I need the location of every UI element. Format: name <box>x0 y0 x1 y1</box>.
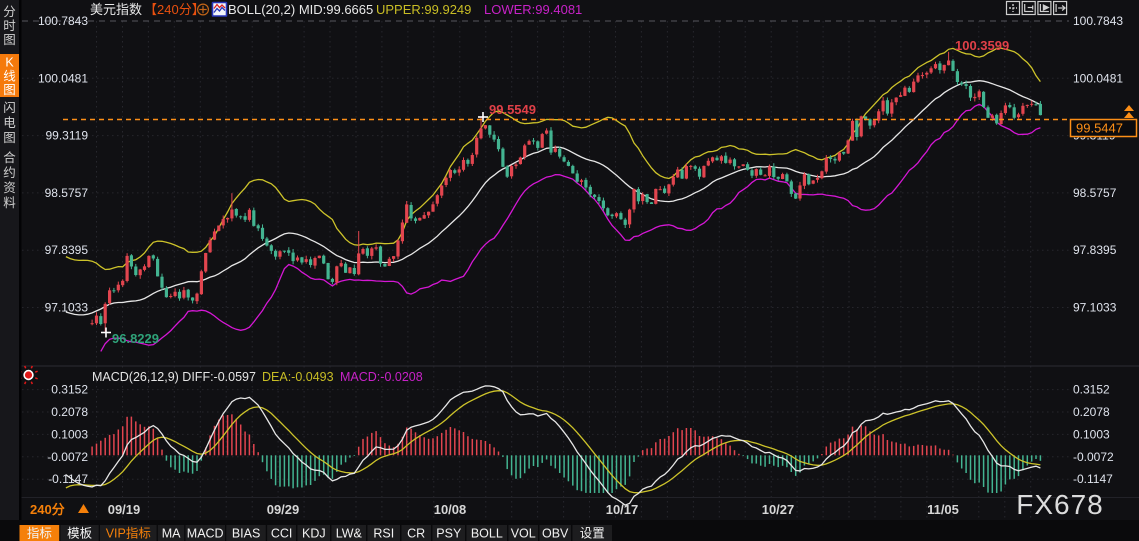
svg-text:09/19: 09/19 <box>108 502 141 517</box>
svg-text:图: 图 <box>3 33 16 47</box>
svg-text:240分: 240分 <box>30 502 65 517</box>
svg-text:10/17: 10/17 <box>606 502 639 517</box>
svg-text:闪: 闪 <box>3 101 16 115</box>
svg-text:KDJ: KDJ <box>302 527 326 541</box>
svg-text:PSY: PSY <box>436 527 462 541</box>
svg-text:-0.0072: -0.0072 <box>47 450 88 464</box>
svg-text:100.3599: 100.3599 <box>955 38 1009 53</box>
svg-text:11/05: 11/05 <box>927 502 959 517</box>
svg-text:-0.1147: -0.1147 <box>48 472 88 486</box>
svg-text:模板: 模板 <box>67 527 93 541</box>
svg-text:合: 合 <box>3 150 16 165</box>
svg-text:图: 图 <box>3 83 16 97</box>
svg-text:资: 资 <box>3 181 16 195</box>
svg-text:【240分】: 【240分】 <box>144 2 205 17</box>
svg-text:-0.0072: -0.0072 <box>1073 450 1114 464</box>
svg-text:MACD:-0.0208: MACD:-0.0208 <box>340 370 423 384</box>
svg-text:0.3152: 0.3152 <box>1073 383 1110 397</box>
svg-text:97.8395: 97.8395 <box>45 243 89 257</box>
svg-text:100.7843: 100.7843 <box>38 14 88 28</box>
svg-text:VOL: VOL <box>511 527 536 541</box>
svg-text:10/27: 10/27 <box>762 502 795 517</box>
svg-text:VIP指标: VIP指标 <box>106 526 151 541</box>
svg-text:97.1033: 97.1033 <box>45 301 89 315</box>
svg-text:时: 时 <box>3 19 16 33</box>
svg-text:MACD: MACD <box>187 527 224 541</box>
svg-text:设置: 设置 <box>580 526 605 541</box>
svg-text:美元指数: 美元指数 <box>90 2 142 17</box>
svg-text:CR: CR <box>407 527 425 541</box>
svg-text:99.5549: 99.5549 <box>489 102 536 117</box>
svg-text:FX678: FX678 <box>1016 489 1104 520</box>
svg-text:电: 电 <box>3 116 16 130</box>
svg-text:98.5757: 98.5757 <box>45 186 89 200</box>
svg-text:0.1003: 0.1003 <box>51 427 88 441</box>
svg-text:100.7843: 100.7843 <box>1073 14 1123 28</box>
svg-text:99.3119: 99.3119 <box>46 129 89 143</box>
svg-text:10/08: 10/08 <box>434 502 467 517</box>
svg-text:RSI: RSI <box>373 527 394 541</box>
svg-text:OBV: OBV <box>542 527 569 541</box>
svg-text:0.1003: 0.1003 <box>1073 427 1110 441</box>
svg-text:BOLL: BOLL <box>471 527 503 541</box>
svg-text:0.2078: 0.2078 <box>51 405 88 419</box>
svg-text:K: K <box>5 56 14 70</box>
svg-text:99.5447: 99.5447 <box>1076 121 1123 136</box>
svg-text:线: 线 <box>3 70 16 84</box>
svg-text:DEA:-0.0493: DEA:-0.0493 <box>262 370 334 384</box>
svg-text:BOLL(20,2) MID:99.6665: BOLL(20,2) MID:99.6665 <box>228 2 373 17</box>
svg-text:96.8229: 96.8229 <box>112 331 159 346</box>
svg-text:97.8395: 97.8395 <box>1073 243 1117 257</box>
svg-text:MA: MA <box>162 527 181 541</box>
svg-text:指标: 指标 <box>27 526 52 541</box>
svg-text:98.5757: 98.5757 <box>1073 186 1117 200</box>
svg-text:MACD(26,12,9) DIFF:-0.0597: MACD(26,12,9) DIFF:-0.0597 <box>92 370 256 384</box>
svg-text:09/29: 09/29 <box>267 502 300 517</box>
svg-text:LOWER:99.4081: LOWER:99.4081 <box>484 2 582 17</box>
svg-text:约: 约 <box>3 165 16 180</box>
svg-text:BIAS: BIAS <box>232 527 261 541</box>
svg-text:97.1033: 97.1033 <box>1073 301 1117 315</box>
svg-text:-0.1147: -0.1147 <box>1073 472 1113 486</box>
svg-text:图: 图 <box>3 131 16 145</box>
svg-text:100.0481: 100.0481 <box>38 71 88 85</box>
svg-text:料: 料 <box>3 196 16 210</box>
svg-text:LW&: LW& <box>336 527 363 541</box>
svg-text:UPPER:99.9249: UPPER:99.9249 <box>376 2 471 17</box>
svg-text:分: 分 <box>3 5 16 19</box>
svg-text:100.0481: 100.0481 <box>1073 71 1123 85</box>
svg-text:0.2078: 0.2078 <box>1073 405 1110 419</box>
svg-text:CCI: CCI <box>271 527 293 541</box>
svg-text:0.3152: 0.3152 <box>51 383 88 397</box>
